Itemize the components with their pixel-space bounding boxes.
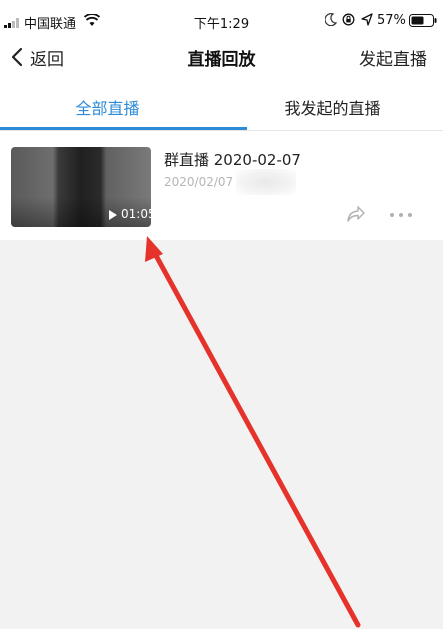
- moon-icon: [325, 13, 337, 26]
- live-replay-item[interactable]: 01:05 群直播 2020-02-07 2020/02/07: [0, 131, 443, 240]
- battery-percent: 57%: [377, 13, 406, 28]
- rotation-lock-icon: [342, 13, 355, 26]
- play-icon: [109, 210, 117, 220]
- battery-icon: [409, 14, 437, 27]
- start-live-button[interactable]: 发起直播: [359, 45, 427, 70]
- video-duration: 01:05: [121, 207, 151, 221]
- tab-my-lives[interactable]: 我发起的直播: [222, 95, 443, 119]
- location-arrow-icon: [361, 13, 373, 26]
- header-area: 中国联通 下午1:29 57% 返回 直播回放 发起直播 全部直播 我发起的直播: [0, 0, 443, 131]
- tab-all-lives[interactable]: 全部直播: [0, 95, 215, 119]
- redaction-blur: [236, 169, 296, 195]
- more-icon[interactable]: [389, 212, 413, 218]
- video-thumbnail[interactable]: 01:05: [11, 147, 151, 227]
- share-icon[interactable]: [346, 205, 366, 223]
- item-date: 2020/02/07: [164, 175, 234, 189]
- item-title[interactable]: 群直播 2020-02-07: [164, 149, 301, 170]
- status-bar: 中国联通 下午1:29 57%: [0, 0, 443, 40]
